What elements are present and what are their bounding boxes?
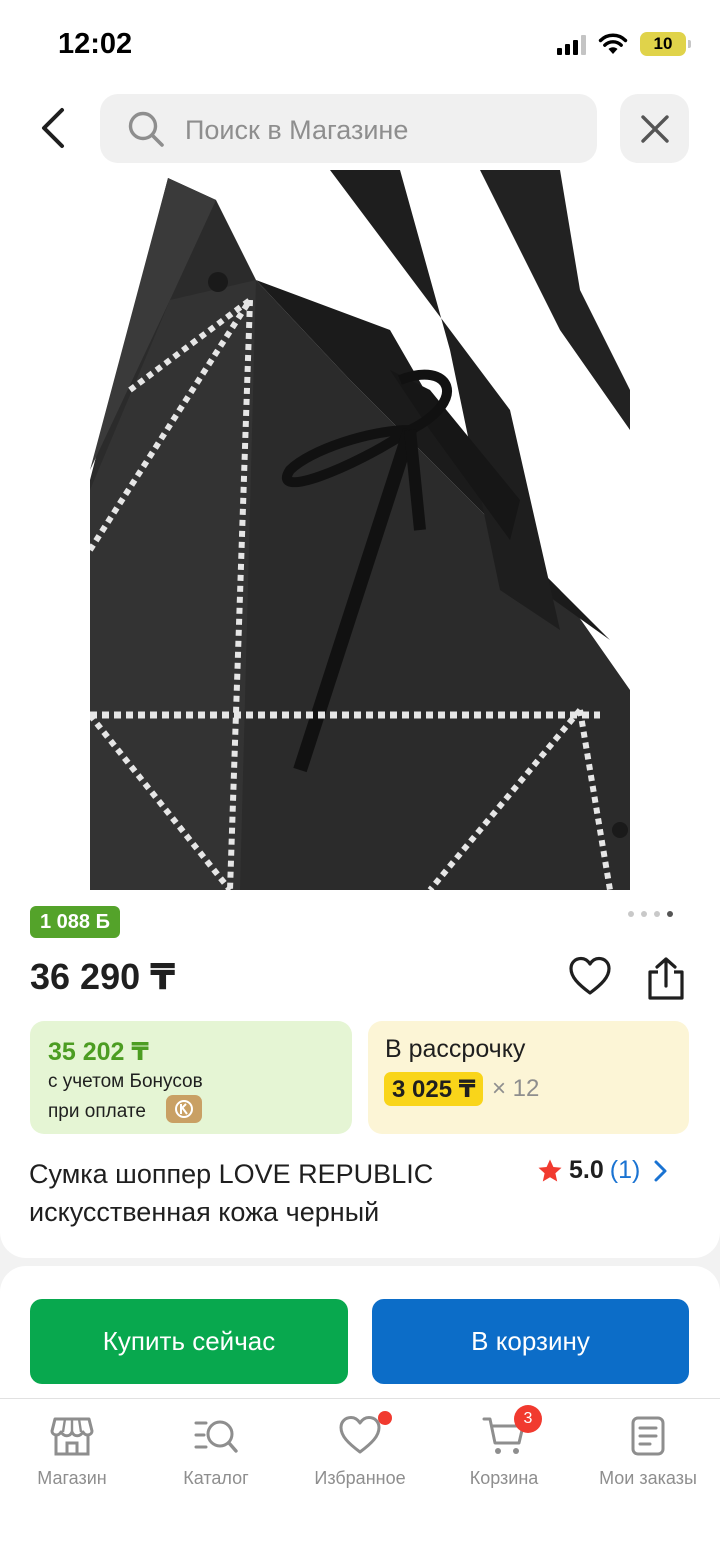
notification-dot	[378, 1411, 392, 1425]
catalog-search-icon	[194, 1420, 238, 1453]
pagination-dot-active	[667, 911, 673, 917]
bonus-points-badge: 1 088 Б	[30, 906, 120, 938]
pagination-dot	[628, 911, 634, 917]
cellular-signal-icon	[557, 33, 586, 55]
search-input[interactable]: Поиск в Магазине	[100, 94, 597, 163]
action-panel: Купить сейчас В корзину	[0, 1266, 720, 1398]
product-rating[interactable]: 5.0 (1)	[537, 1156, 670, 1185]
tab-label: Магазин	[37, 1468, 107, 1488]
close-button[interactable]	[620, 94, 689, 163]
bonus-caption-line2: при оплате	[48, 1101, 146, 1122]
bonus-caption-line1: с учетом Бонусов	[48, 1071, 203, 1092]
installment-title: В рассрочку	[385, 1035, 526, 1063]
tab-my-orders[interactable]: Мои заказы	[576, 1399, 720, 1499]
back-button[interactable]	[34, 106, 74, 150]
review-count: (1)	[609, 1156, 641, 1184]
store-icon	[50, 1417, 94, 1456]
installment-card[interactable]: В рассрочку 3 025 ₸ × 12	[368, 1021, 689, 1134]
product-price: 36 290 ₸	[30, 956, 176, 997]
tab-label: Корзина	[469, 1468, 539, 1488]
status-time: 12:02	[58, 28, 133, 60]
product-image[interactable]	[87, 170, 630, 892]
close-icon	[640, 114, 669, 143]
search-icon	[128, 111, 164, 147]
pagination-dot	[641, 911, 647, 917]
share-icon	[648, 957, 684, 1000]
cart-count-badge: 3	[514, 1405, 542, 1433]
installment-multiplier: × 12	[492, 1075, 540, 1102]
tab-cart[interactable]: 3 Корзина	[432, 1399, 576, 1499]
status-bar: 12:02 10	[0, 0, 720, 90]
image-pagination-dots	[628, 911, 673, 917]
bag-illustration	[87, 170, 630, 892]
product-card: 1 088 Б 36 290 ₸ 35 202 ₸ с учетом Бонус…	[0, 170, 720, 1258]
tab-catalog[interactable]: Каталог	[144, 1399, 288, 1499]
heart-icon	[339, 1416, 381, 1454]
chevron-left-icon	[42, 108, 64, 148]
tab-label: Избранное	[314, 1468, 406, 1488]
star-icon	[538, 1159, 562, 1181]
favorite-button[interactable]	[568, 956, 612, 996]
battery-indicator: 10	[640, 32, 691, 56]
bonus-price-card[interactable]: 35 202 ₸ с учетом Бонусов при оплате	[30, 1021, 352, 1134]
pagination-dot	[654, 911, 660, 917]
payment-logo-icon	[166, 1095, 202, 1123]
top-bar: Поиск в Магазине	[0, 90, 720, 170]
share-button[interactable]	[644, 956, 688, 1002]
add-to-cart-button[interactable]: В корзину	[372, 1299, 689, 1384]
bonus-price: 35 202 ₸	[48, 1038, 149, 1066]
bottom-tab-bar: Магазин Каталог Избранное 3 Корзина Мои …	[0, 1398, 720, 1558]
status-icons: 10	[557, 32, 691, 56]
orders-icon	[631, 1416, 665, 1456]
tab-label: Мои заказы	[599, 1468, 697, 1488]
installment-amount: 3 025 ₸	[384, 1072, 484, 1106]
tab-favorites[interactable]: Избранное	[288, 1399, 432, 1499]
tab-store[interactable]: Магазин	[0, 1399, 144, 1499]
wifi-icon	[598, 33, 628, 54]
tab-label: Каталог	[183, 1468, 249, 1488]
heart-icon	[569, 956, 611, 995]
chevron-right-icon	[654, 1160, 667, 1181]
search-placeholder: Поиск в Магазине	[185, 115, 409, 145]
buy-now-button[interactable]: Купить сейчас	[30, 1299, 348, 1384]
rating-value: 5.0	[569, 1156, 604, 1184]
product-title: Сумка шоппер LOVE REPUBLIC искусственная…	[29, 1159, 434, 1227]
